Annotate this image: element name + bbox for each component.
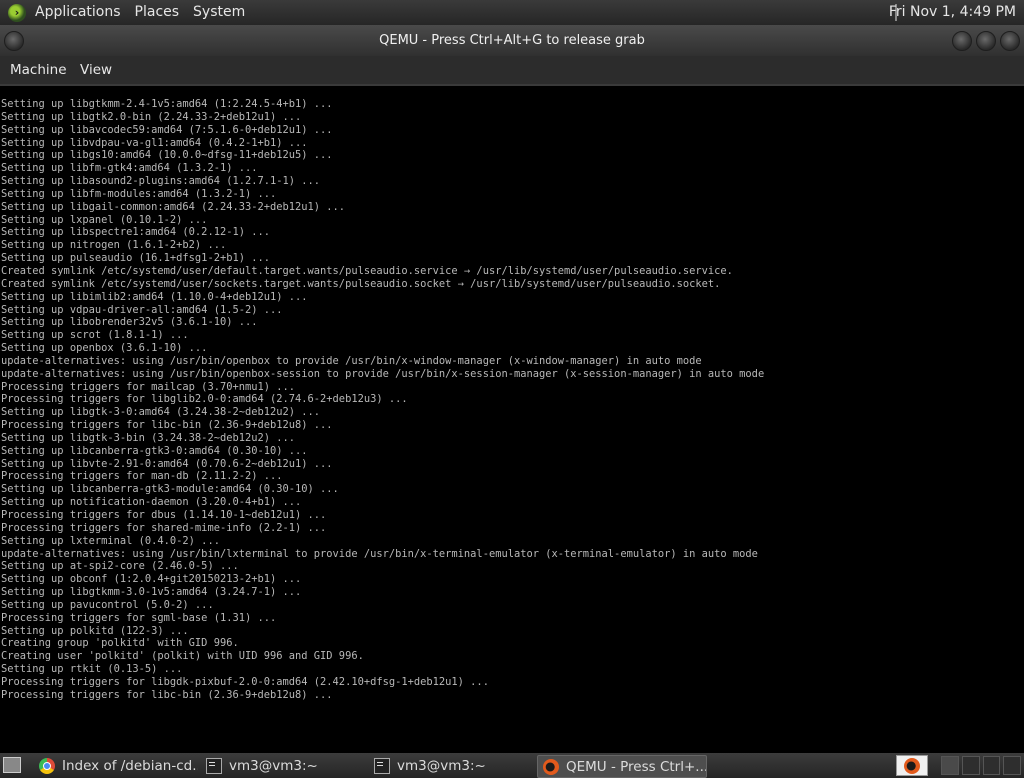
console-line: Creating group 'polkitd' with GID 996. [1,637,239,650]
console-line: Setting up libgtk-3-bin (3.24.38-2~deb12… [1,431,296,444]
console-line: Setting up pavucontrol (5.0-2) ... [1,598,214,611]
console-line: update-alternatives: using /usr/bin/lxte… [1,547,758,560]
console-line: Setting up libgtk2.0-bin (2.24.33-2+deb1… [1,110,302,123]
console-line: Processing triggers for mailcap (3.70+nm… [1,380,296,393]
console-line: Processing triggers for sgml-base (1.31)… [1,611,277,624]
console-line: Setting up rtkit (0.13-5) ... [1,663,183,676]
window-menubar: Machine View [0,56,1024,84]
console-line: update-alternatives: using /usr/bin/open… [1,367,765,380]
task-terminal-1[interactable]: vm3@vm3:~ [201,755,365,776]
console-line: Setting up obconf (1:2.0.4+git20150213-2… [1,573,302,586]
console-line: Setting up libcanberra-gtk3-0:amd64 (0.3… [1,444,308,457]
menubar-divider [0,84,1024,86]
qemu-icon [904,757,920,774]
window-title: QEMU - Press Ctrl+Alt+G to release grab [379,33,645,48]
top-panel: › Applications Places System Fri Nov 1, … [0,0,1024,25]
console-line: Processing triggers for libc-bin (2.36-9… [1,419,333,432]
task-label: vm3@vm3:~ [229,757,318,774]
workspace-4[interactable] [1003,756,1021,775]
console-line: Setting up libvte-2.91-0:amd64 (0.70.6-2… [1,457,333,470]
terminal-icon [206,757,222,774]
console-line: Processing triggers for libglib2.0-0:amd… [1,393,408,406]
console-line: Setting up at-spi2-core (2.46.0-5) ... [1,560,239,573]
show-desktop-icon[interactable] [3,757,21,773]
menu-view[interactable]: View [80,62,112,78]
bottom-taskbar: Index of /debian-cd... vm3@vm3:~ vm3@vm3… [0,753,1024,778]
workspace-1[interactable] [941,756,959,775]
console-line: Processing triggers for libc-bin (2.36-9… [1,688,333,701]
task-label: Index of /debian-cd... [62,757,198,774]
workspace-3[interactable] [982,756,1001,775]
console-line: Creating user 'polkitd' (polkit) with UI… [1,650,364,663]
console-line: Created symlink /etc/systemd/user/socket… [1,277,721,290]
console-line: Setting up libcanberra-gtk3-module:amd64… [1,483,339,496]
console-line: Setting up libfm-gtk4:amd64 (1.3.2-1) ..… [1,162,258,175]
console-line: Setting up libspectre1:amd64 (0.2.12-1) … [1,226,270,239]
menu-applications[interactable]: Applications [28,0,128,25]
workspace-switcher[interactable] [941,756,1021,775]
console-line: Setting up scrot (1.8.1-1) ... [1,329,189,342]
task-qemu[interactable]: QEMU - Press Ctrl+... [537,755,707,778]
task-browser[interactable]: Index of /debian-cd... [34,755,198,776]
console-line: Created symlink /etc/systemd/user/defaul… [1,264,733,277]
window-titlebar[interactable]: QEMU - Press Ctrl+Alt+G to release grab [0,25,1024,56]
console-line: Setting up libgs10:amd64 (10.0.0~dfsg-11… [1,149,333,162]
console-line: Processing triggers for libgdk-pixbuf-2.… [1,675,489,688]
menu-places[interactable]: Places [128,0,187,25]
qemu-icon [543,758,559,775]
console-line: Setting up nitrogen (1.6.1-2+b2) ... [1,239,227,252]
tray-qemu[interactable] [896,755,928,776]
task-terminal-2[interactable]: vm3@vm3:~ [369,755,533,776]
menu-system[interactable]: System [186,0,252,25]
menu-machine[interactable]: Machine [10,62,67,78]
console-line: Setting up libfm-modules:amd64 (1.3.2-1)… [1,187,277,200]
vm-console[interactable]: Setting up libgtkmm-2.4-1v5:amd64 (1:2.2… [0,98,1024,748]
console-line: Setting up libgtk-3-0:amd64 (3.24.38-2~d… [1,406,321,419]
terminal-icon [374,757,390,774]
console-line: Processing triggers for man-db (2.11.2-2… [1,470,283,483]
console-line: Setting up libvdpau-va-gl1:amd64 (0.4.2-… [1,136,308,149]
task-label: vm3@vm3:~ [397,757,486,774]
chrome-icon [39,757,55,774]
task-label: QEMU - Press Ctrl+... [566,758,707,775]
console-line: Setting up lxpanel (0.10.1-2) ... [1,213,208,226]
console-line: Setting up libgtkmm-3.0-1v5:amd64 (3.24.… [1,586,302,599]
console-line: update-alternatives: using /usr/bin/open… [1,354,702,367]
console-line: Processing triggers for shared-mime-info… [1,521,327,534]
console-line: Processing triggers for dbus (1.14.10-1~… [1,509,327,521]
console-line: Setting up libasound2-plugins:amd64 (1.2… [1,175,321,188]
console-line: Setting up lxterminal (0.4.0-2) ... [1,534,220,547]
menu-logo-icon[interactable]: › [8,3,26,22]
console-line: Setting up notification-daemon (3.20.0-4… [1,496,302,509]
console-line: Setting up polkitd (122-3) ... [1,624,189,637]
clock[interactable]: Fri Nov 1, 4:49 PM [889,0,1016,25]
console-line: Setting up pulseaudio (16.1+dfsg1-2+b1) … [1,252,270,265]
console-line: Setting up libgail-common:amd64 (2.24.33… [1,200,346,213]
close-button[interactable] [1000,31,1020,51]
console-line: Setting up libimlib2:amd64 (1.10.0-4+deb… [1,290,308,303]
console-line: Setting up vdpau-driver-all:amd64 (1.5-2… [1,303,283,316]
console-line: Setting up openbox (3.6.1-10) ... [1,342,208,355]
workspace-2[interactable] [961,756,980,775]
console-line: Setting up libobrender32v5 (3.6.1-10) ..… [1,316,258,329]
console-line: Setting up libgtkmm-2.4-1v5:amd64 (1:2.2… [1,98,333,110]
console-line: Setting up libavcodec59:amd64 (7:5.1.6-0… [1,123,333,136]
maximize-button[interactable] [976,31,996,51]
minimize-button[interactable] [952,31,972,51]
window-menu-icon[interactable] [4,31,24,51]
